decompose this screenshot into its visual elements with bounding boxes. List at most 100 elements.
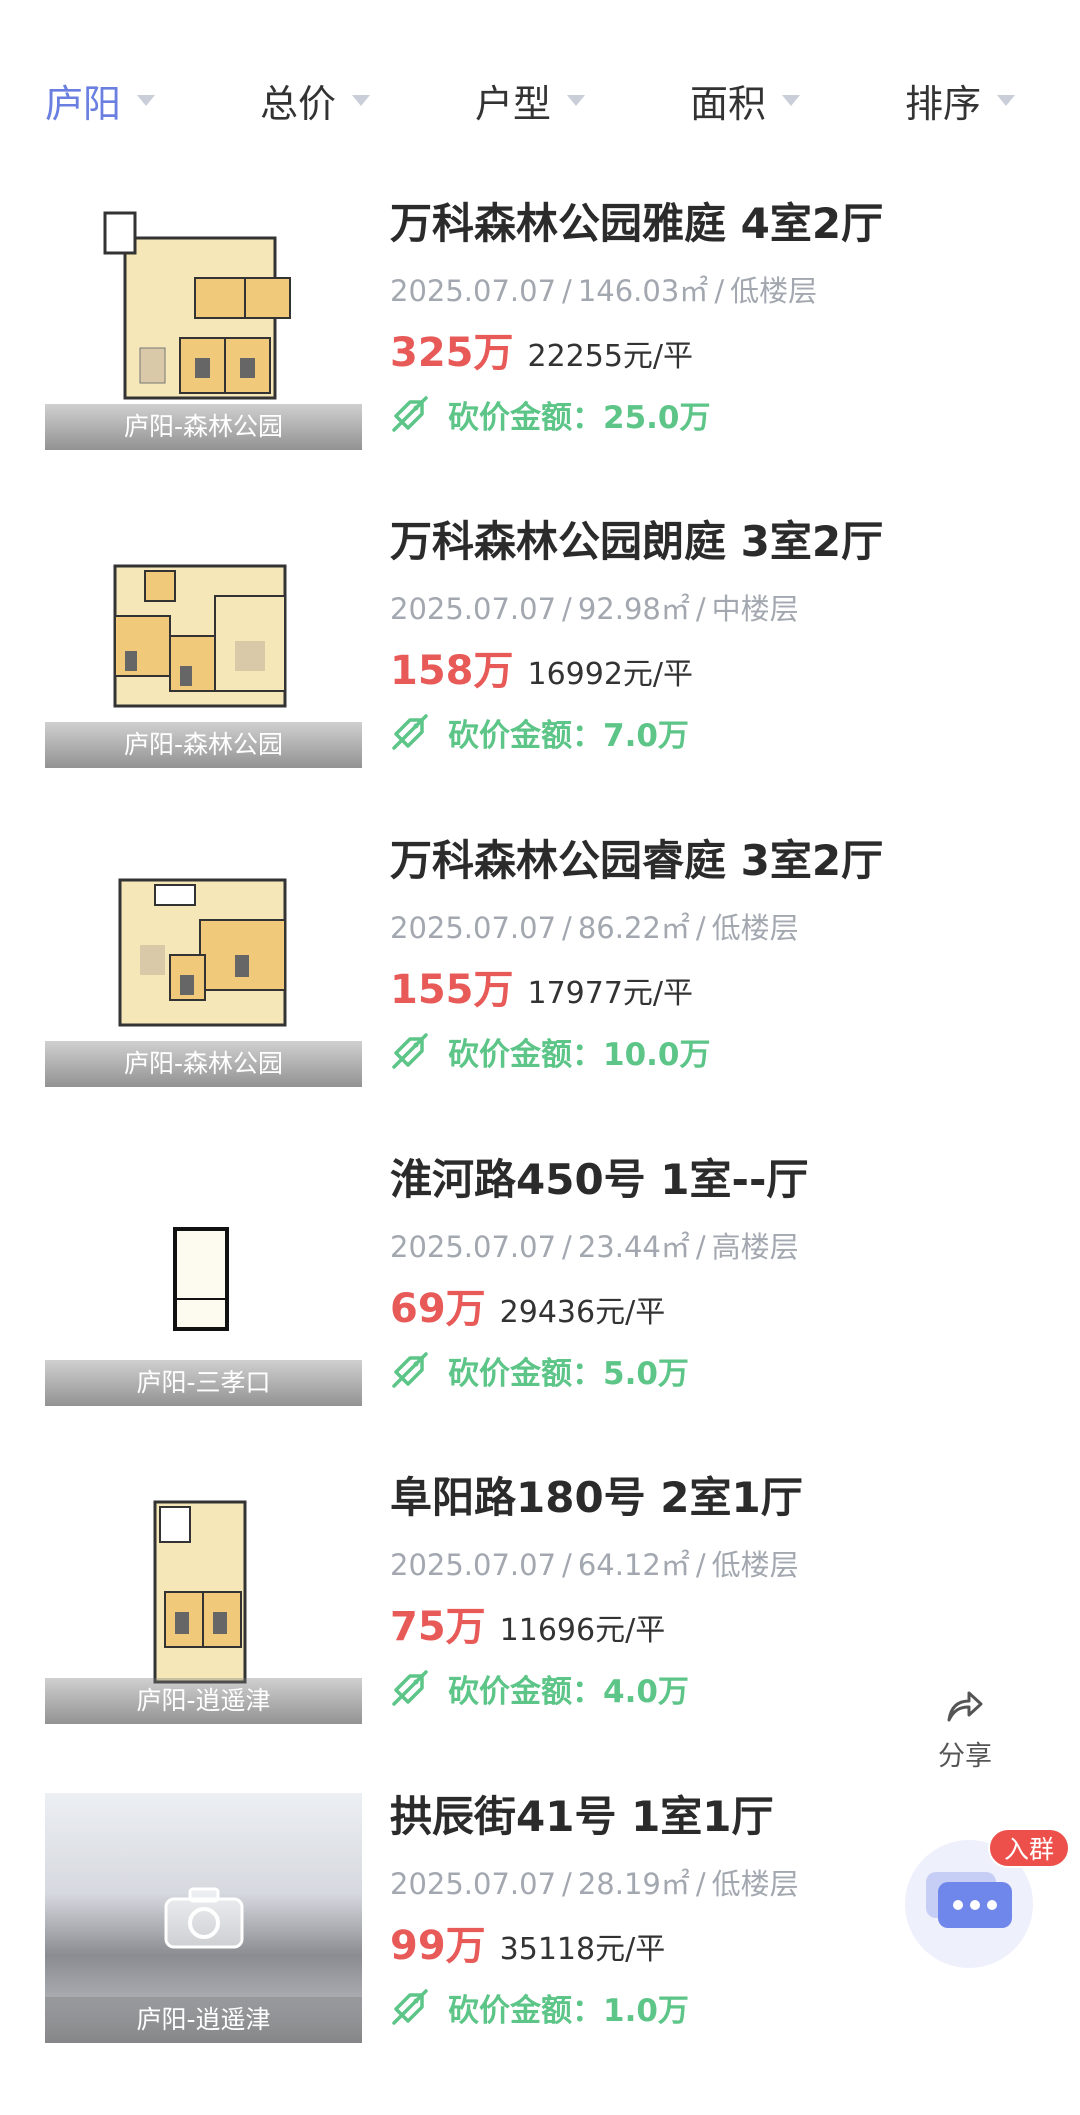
- listing-meta: 2025.07.07/86.22㎡ / 低楼层: [390, 905, 799, 947]
- listing-unit-price: 22255元/平: [527, 339, 694, 374]
- listing-area: 28.19㎡: [577, 1867, 690, 1901]
- listing-floor: 低楼层: [711, 1867, 799, 1901]
- listing-meta: 2025.07.07/64.12㎡ / 低楼层: [390, 1542, 799, 1584]
- listing-thumbnail[interactable]: 庐阳-森林公园: [45, 200, 362, 450]
- listing-floor: 高楼层: [711, 1230, 799, 1264]
- price-cut-value: 7.0万: [603, 717, 689, 754]
- thumbnail-caption: 庐阳-森林公园: [45, 1041, 362, 1087]
- camera-icon: [164, 1887, 244, 1949]
- listing-date: 2025.07.07: [390, 592, 557, 626]
- listing-meta: 2025.07.07/23.44㎡ / 高楼层: [390, 1224, 799, 1266]
- listing-price: 75万: [390, 1604, 486, 1650]
- price-tag-cut-icon: [392, 1670, 428, 1706]
- thumbnail-caption: 庐阳-森林公园: [45, 404, 362, 450]
- chevron-down-icon: [567, 94, 586, 106]
- meta-divider: /: [562, 592, 572, 626]
- filter-district[interactable]: 庐阳: [45, 70, 156, 130]
- filter-sort[interactable]: 排序: [905, 70, 1016, 130]
- listing-title[interactable]: 淮河路450号 1室--厅: [390, 1146, 1050, 1207]
- listing-date: 2025.07.07: [390, 1867, 557, 1901]
- floorplan-image: [153, 1500, 247, 1684]
- meta-divider: /: [562, 911, 572, 945]
- listing-unit-price: 29436元/平: [499, 1295, 666, 1330]
- thumbnail-caption: 庐阳-三孝口: [45, 1360, 362, 1406]
- listing-date: 2025.07.07: [390, 274, 557, 308]
- filter-area-label: 面积: [690, 81, 767, 126]
- listing-card[interactable]: 庐阳-森林公园 万科森林公园朗庭 3室2厅 2025.07.07/92.98㎡ /…: [0, 498, 1080, 818]
- meta-divider: /: [695, 592, 706, 626]
- listing-floor: 低楼层: [711, 911, 799, 945]
- price-cut-row: 砍价金额： 5.0万: [390, 1348, 689, 1392]
- meta-divider: /: [695, 1548, 706, 1582]
- price-cut-value: 10.0万: [603, 1036, 711, 1073]
- listing-area: 64.12㎡: [577, 1548, 690, 1582]
- thumbnail-caption: 庐阳-逍遥津: [45, 1678, 362, 1724]
- price-row: 158万 16992元/平: [390, 638, 693, 696]
- price-tag-cut-icon: [392, 714, 428, 750]
- listing-area: 86.22㎡: [577, 911, 690, 945]
- price-tag-cut-icon: [392, 396, 428, 432]
- listing-thumbnail[interactable]: 庐阳-三孝口: [45, 1156, 362, 1406]
- listing-title[interactable]: 万科森林公园朗庭 3室2厅: [390, 508, 1050, 569]
- filter-total-price[interactable]: 总价: [260, 70, 371, 130]
- listing-title[interactable]: 万科森林公园雅庭 4室2厅: [390, 190, 1050, 251]
- floorplan-image: [103, 211, 291, 400]
- meta-divider: /: [695, 1230, 706, 1264]
- filter-total-price-label: 总价: [260, 81, 337, 126]
- filter-sort-label: 排序: [905, 81, 982, 126]
- price-cut-value: 1.0万: [603, 1992, 689, 2029]
- meta-divider: /: [695, 1867, 706, 1901]
- chevron-down-icon: [997, 94, 1016, 106]
- floorplan-image: [173, 1227, 229, 1331]
- listing-price: 325万: [390, 330, 514, 376]
- price-cut-row: 砍价金额： 7.0万: [390, 710, 689, 754]
- filter-area[interactable]: 面积: [690, 70, 801, 130]
- price-tag-cut-icon: [392, 1989, 428, 2025]
- listing-meta: 2025.07.07/28.19㎡ / 低楼层: [390, 1861, 799, 1903]
- price-cut-label: 砍价金额：: [448, 1355, 603, 1392]
- share-button[interactable]: 分享: [905, 1670, 1025, 1780]
- filter-district-label: 庐阳: [45, 81, 122, 126]
- listing-meta: 2025.07.07/92.98㎡ / 中楼层: [390, 586, 799, 628]
- listing-title[interactable]: 拱辰街41号 1室1厅: [390, 1783, 1050, 1844]
- listing-area: 146.03㎡: [577, 274, 709, 308]
- listing-date: 2025.07.07: [390, 1548, 557, 1582]
- listing-thumbnail[interactable]: 庐阳-森林公园: [45, 837, 362, 1087]
- listing-thumbnail[interactable]: 庐阳-森林公园: [45, 518, 362, 768]
- price-row: 69万 29436元/平: [390, 1276, 665, 1334]
- price-row: 75万 11696元/平: [390, 1594, 665, 1652]
- filter-bar: 庐阳 总价 户型 面积 排序: [0, 0, 1080, 160]
- listing-unit-price: 16992元/平: [527, 657, 694, 692]
- join-group-badge[interactable]: 入群: [988, 1828, 1071, 1868]
- share-label: 分享: [938, 1741, 992, 1772]
- listing-thumbnail[interactable]: 庐阳-逍遥津: [45, 1474, 362, 1724]
- chevron-down-icon: [782, 94, 801, 106]
- floorplan-image: [113, 564, 287, 708]
- listing-title[interactable]: 阜阳路180号 2室1厅: [390, 1464, 1050, 1525]
- meta-divider: /: [714, 274, 725, 308]
- listing-thumbnail[interactable]: 庐阳-逍遥津: [45, 1793, 362, 2043]
- listing-floor: 中楼层: [711, 592, 799, 626]
- filter-layout-label: 户型: [475, 81, 552, 126]
- price-cut-label: 砍价金额：: [448, 1673, 603, 1710]
- meta-divider: /: [562, 274, 572, 308]
- chevron-down-icon: [137, 94, 156, 106]
- listing-card[interactable]: 庐阳-森林公园 万科森林公园睿庭 3室2厅 2025.07.07/86.22㎡ /…: [0, 817, 1080, 1137]
- listing-card[interactable]: 庐阳-森林公园 万科森林公园雅庭 4室2厅 2025.07.07/146.03㎡…: [0, 180, 1080, 500]
- thumbnail-caption: 庐阳-森林公园: [45, 722, 362, 768]
- listing-title[interactable]: 万科森林公园睿庭 3室2厅: [390, 827, 1050, 888]
- listing-price: 158万: [390, 648, 514, 694]
- price-cut-value: 25.0万: [603, 399, 711, 436]
- price-row: 99万 35118元/平: [390, 1913, 665, 1971]
- price-cut-row: 砍价金额： 4.0万: [390, 1666, 689, 1710]
- price-cut-row: 砍价金额： 25.0万: [390, 392, 711, 436]
- listing-area: 23.44㎡: [577, 1230, 690, 1264]
- price-cut-label: 砍价金额：: [448, 717, 603, 754]
- listing-unit-price: 11696元/平: [499, 1613, 666, 1648]
- listing-unit-price: 17977元/平: [527, 976, 694, 1011]
- share-arrow-icon: [947, 1691, 983, 1722]
- listing-card[interactable]: 庐阳-三孝口 淮河路450号 1室--厅 2025.07.07/23.44㎡ / 高…: [0, 1136, 1080, 1456]
- listing-unit-price: 35118元/平: [499, 1932, 666, 1967]
- filter-layout[interactable]: 户型: [475, 70, 586, 130]
- listing-price: 99万: [390, 1923, 486, 1969]
